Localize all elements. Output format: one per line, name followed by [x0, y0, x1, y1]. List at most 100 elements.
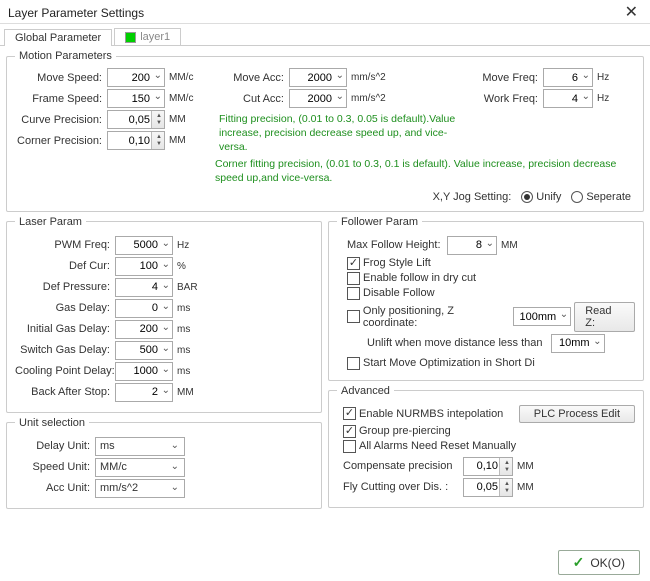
fly-cutting-over-label: Fly Cutting over Dis. :: [343, 481, 463, 493]
laser-param-group: Laser Param PWM Freq:Hz Def Cur:% Def Pr…: [6, 216, 322, 413]
max-follow-height-label: Max Follow Height:: [337, 239, 447, 251]
unit-label: mm/s^2: [351, 93, 389, 104]
follower-param-group: Follower Param Max Follow Height: MM ✓Fro…: [328, 216, 644, 381]
switch-gas-delay-input[interactable]: [115, 341, 173, 360]
compensate-precision-label: Compensate precision: [343, 460, 463, 472]
unit-label: MM: [169, 114, 207, 125]
gas-delay-label: Gas Delay:: [15, 302, 115, 314]
frog-style-lift-checkbox[interactable]: ✓Frog Style Lift: [347, 257, 431, 270]
unit-label: ms: [177, 345, 215, 356]
initial-gas-delay-label: Initial Gas Delay:: [15, 323, 115, 335]
laser-legend: Laser Param: [15, 216, 86, 228]
unit-label: MM: [517, 482, 555, 493]
unlift-value-input[interactable]: [551, 334, 605, 353]
motion-parameters-group: Motion Parameters Move Speed: MM/c Frame …: [6, 50, 644, 212]
read-z-button[interactable]: Read Z:: [574, 302, 635, 332]
move-speed-input[interactable]: [107, 68, 165, 87]
plc-process-edit-button[interactable]: PLC Process Edit: [519, 405, 635, 423]
pwm-freq-label: PWM Freq:: [15, 239, 115, 251]
frame-speed-input[interactable]: [107, 89, 165, 108]
def-cur-label: Def Cur:: [15, 260, 115, 272]
speed-unit-select[interactable]: MM/c: [95, 458, 185, 477]
work-freq-label: Work Freq:: [473, 93, 543, 105]
start-move-opt-checkbox[interactable]: Start Move Optimization in Short Di: [347, 357, 535, 370]
group-prepierce-checkbox[interactable]: ✓Group pre-piercing: [343, 425, 451, 438]
move-acc-label: Move Acc:: [219, 72, 289, 84]
cooling-point-delay-label: Cooling Point Delay:: [15, 365, 115, 377]
advanced-legend: Advanced: [337, 385, 394, 397]
motion-legend: Motion Parameters: [15, 50, 116, 62]
unit-label: ms: [177, 303, 215, 314]
unit-label: MM/c: [169, 93, 207, 104]
unit-label: MM: [517, 461, 555, 472]
checkbox-label: Enable NURMBS intepolation: [359, 408, 503, 420]
delay-unit-select[interactable]: ms: [95, 437, 185, 456]
checkbox-label: Frog Style Lift: [363, 257, 431, 269]
follower-legend: Follower Param: [337, 216, 422, 228]
tab-label: layer1: [140, 31, 170, 43]
unit-label: Hz: [597, 93, 635, 104]
only-positioning-value[interactable]: [513, 307, 571, 326]
all-alarms-reset-checkbox[interactable]: All Alarms Need Reset Manually: [343, 440, 516, 453]
radio-label: Seperate: [586, 191, 631, 203]
units-legend: Unit selection: [15, 417, 89, 429]
advanced-group: Advanced ✓Enable NURMBS intepolation PLC…: [328, 385, 644, 508]
cooling-point-delay-input[interactable]: [115, 362, 173, 381]
move-acc-input[interactable]: [289, 68, 347, 87]
radio-label: Unify: [536, 191, 561, 203]
enable-follow-dry-checkbox[interactable]: Enable follow in dry cut: [347, 272, 476, 285]
def-pressure-input[interactable]: [115, 278, 173, 297]
only-positioning-checkbox[interactable]: Only positioning, Z coordinate:: [347, 305, 510, 329]
curve-precision-label: Curve Precision:: [15, 114, 107, 126]
unit-label: mm/s^2: [351, 72, 389, 83]
corner-precision-label: Corner Precision:: [15, 135, 107, 147]
cut-acc-label: Cut Acc:: [219, 93, 289, 105]
window-title: Layer Parameter Settings: [8, 6, 144, 20]
frame-speed-label: Frame Speed:: [15, 93, 107, 105]
jog-separate-radio[interactable]: Seperate: [571, 191, 631, 203]
unit-label: %: [177, 261, 215, 272]
disable-follow-checkbox[interactable]: Disable Follow: [347, 287, 435, 300]
back-after-stop-input[interactable]: [115, 383, 173, 402]
checkbox-label: Only positioning, Z coordinate:: [363, 305, 510, 329]
back-after-stop-label: Back After Stop:: [15, 386, 115, 398]
move-freq-input[interactable]: [543, 68, 593, 87]
move-freq-label: Move Freq:: [473, 72, 543, 84]
ok-button[interactable]: ✓OK(O): [558, 550, 640, 575]
unit-label: ms: [177, 324, 215, 335]
tab-layer1[interactable]: layer1: [114, 28, 181, 45]
switch-gas-delay-label: Switch Gas Delay:: [15, 344, 115, 356]
layer-color-swatch: [125, 32, 136, 43]
checkbox-label: Start Move Optimization in Short Di: [363, 357, 535, 369]
move-speed-label: Move Speed:: [15, 72, 107, 84]
max-follow-height-input[interactable]: [447, 236, 497, 255]
speed-unit-label: Speed Unit:: [15, 461, 95, 473]
jog-unify-radio[interactable]: Unify: [521, 191, 561, 203]
delay-unit-label: Delay Unit:: [15, 440, 95, 452]
close-icon[interactable]: ✕: [621, 5, 642, 21]
def-cur-input[interactable]: [115, 257, 173, 276]
gas-delay-input[interactable]: [115, 299, 173, 318]
unit-label: Hz: [597, 72, 635, 83]
ok-label: OK(O): [590, 556, 625, 570]
unlift-label: Unlift when move distance less than: [367, 337, 547, 349]
unit-label: BAR: [177, 282, 215, 293]
initial-gas-delay-input[interactable]: [115, 320, 173, 339]
cut-acc-input[interactable]: [289, 89, 347, 108]
work-freq-input[interactable]: [543, 89, 593, 108]
enable-nurmbs-checkbox[interactable]: ✓Enable NURMBS intepolation: [343, 407, 503, 420]
acc-unit-label: Acc Unit:: [15, 482, 95, 494]
hint-corner: Corner fitting precision, (0.01 to 0.3, …: [215, 157, 635, 185]
unit-label: MM: [501, 240, 539, 251]
pwm-freq-input[interactable]: [115, 236, 173, 255]
checkbox-label: Disable Follow: [363, 287, 435, 299]
tab-global-parameter[interactable]: Global Parameter: [4, 29, 112, 46]
acc-unit-select[interactable]: mm/s^2: [95, 479, 185, 498]
hint-fitting: Fitting precision, (0.01 to 0.3, 0.05 is…: [219, 112, 461, 155]
unit-selection-group: Unit selection Delay Unit:ms Speed Unit:…: [6, 417, 322, 509]
unit-label: MM: [177, 387, 215, 398]
checkbox-label: Enable follow in dry cut: [363, 272, 476, 284]
checkbox-label: Group pre-piercing: [359, 425, 451, 437]
def-pressure-label: Def Pressure:: [15, 281, 115, 293]
unit-label: ms: [177, 366, 215, 377]
